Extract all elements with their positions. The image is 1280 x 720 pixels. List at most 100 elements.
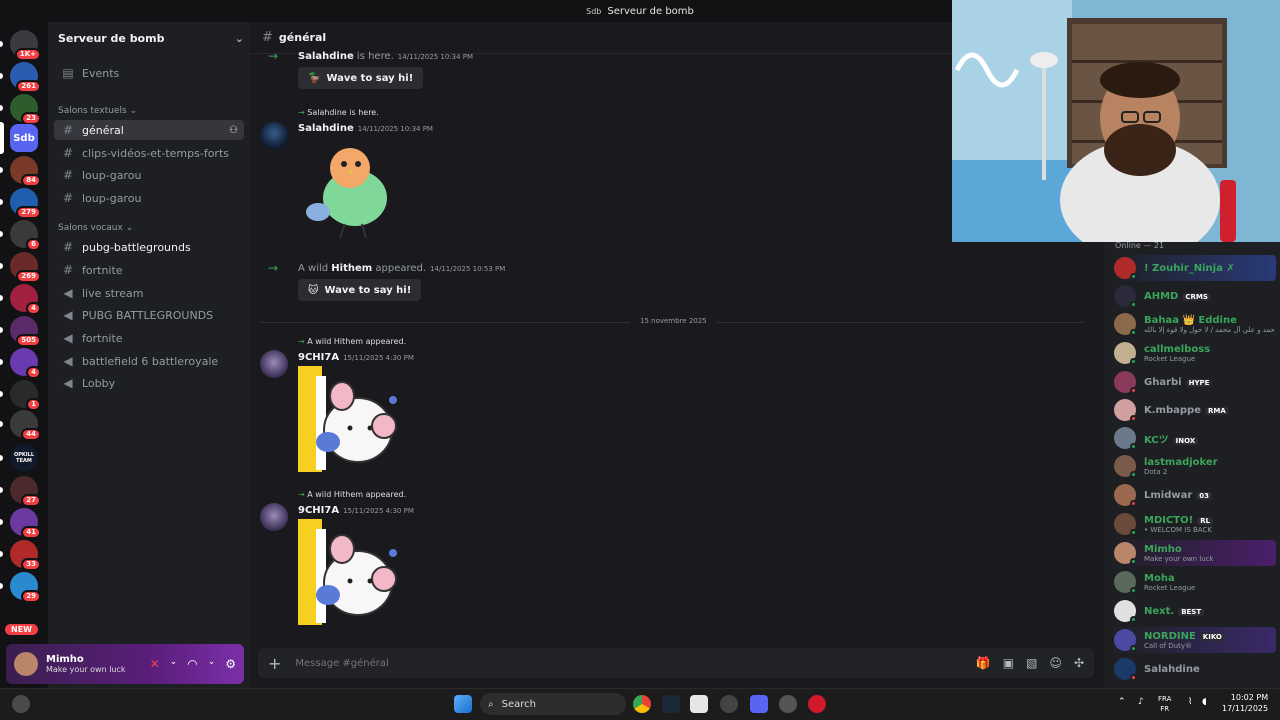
opera-icon[interactable] bbox=[808, 695, 826, 713]
widgets-icon[interactable] bbox=[12, 695, 30, 713]
gear-icon[interactable]: ⚙ bbox=[225, 657, 236, 671]
server-icon[interactable]: 23 bbox=[10, 94, 41, 125]
discord-icon[interactable] bbox=[750, 695, 768, 713]
avatar[interactable] bbox=[14, 652, 38, 676]
hash-icon: # bbox=[62, 168, 74, 182]
status-dot bbox=[1130, 273, 1137, 280]
events-item[interactable]: ▤ Events bbox=[54, 63, 244, 83]
add-attachment-icon[interactable]: + bbox=[268, 654, 281, 673]
wave-button[interactable]: 🐱 Wave to say hi! bbox=[298, 279, 422, 301]
add-member-icon[interactable]: ⚇ bbox=[229, 125, 238, 136]
server-icon[interactable]: 4 bbox=[10, 284, 41, 315]
guild-tag: CRMS bbox=[1182, 292, 1211, 301]
channel-item[interactable]: ◀ fortnite bbox=[54, 328, 244, 348]
server-icon[interactable]: 1 bbox=[10, 380, 41, 411]
server-icon[interactable]: 44 bbox=[10, 410, 41, 441]
server-icon[interactable]: 29 bbox=[10, 572, 41, 603]
member-item[interactable]: Lmidwar 03 bbox=[1110, 482, 1276, 508]
unread-badge: 27 bbox=[21, 494, 41, 507]
chatgpt-icon[interactable] bbox=[720, 695, 738, 713]
avatar[interactable] bbox=[260, 122, 288, 150]
channel-item[interactable]: ◀ live stream bbox=[54, 283, 244, 303]
member-item[interactable]: Gharbi HYPE bbox=[1110, 369, 1276, 395]
apps-icon[interactable]: ✣ bbox=[1074, 656, 1084, 670]
member-item[interactable]: AHMD CRMS bbox=[1110, 283, 1276, 309]
message-input[interactable] bbox=[295, 657, 976, 669]
clock[interactable]: 10:02 PM 17/11/2025 bbox=[1222, 692, 1268, 714]
member-item[interactable]: Salahdine bbox=[1110, 656, 1276, 682]
channel-item[interactable]: # pubg-battlegrounds bbox=[54, 237, 244, 257]
member-item[interactable]: Bahaa 👑 Eddineمحمد و علي آل محمد / لا حو… bbox=[1110, 311, 1276, 337]
channel-item[interactable]: # clips-vidéos-et-temps-forts bbox=[54, 143, 244, 163]
server-icon[interactable]: 1K+ bbox=[10, 30, 41, 61]
member-item[interactable]: K.mbappe RMA bbox=[1110, 397, 1276, 423]
member-name: K.mbappe bbox=[1144, 404, 1201, 416]
channel-item[interactable]: # fortnite bbox=[54, 260, 244, 280]
channel-item[interactable]: ◀ Lobby bbox=[54, 373, 244, 393]
member-item[interactable]: MDICTO! RL • WELCOM IS BACK bbox=[1110, 511, 1276, 537]
server-header[interactable]: Serveur de bomb ⌄ bbox=[58, 28, 244, 48]
gif-icon[interactable]: ▣ bbox=[1003, 656, 1014, 670]
member-item[interactable]: NORDINE KIKO Call of Duty® bbox=[1110, 627, 1276, 653]
app-icon[interactable] bbox=[779, 695, 797, 713]
member-item[interactable]: ! Zouhir_Ninja ✗ bbox=[1110, 255, 1276, 281]
sticker-icon[interactable]: ▧ bbox=[1026, 656, 1037, 670]
app-icon[interactable] bbox=[690, 695, 708, 713]
reply-preview[interactable]: → A wild Hithem appeared. bbox=[298, 337, 406, 346]
status-dot bbox=[1130, 500, 1137, 507]
taskbar-search[interactable]: ⌕ Search bbox=[480, 693, 626, 715]
emoji-icon[interactable]: ☺ bbox=[1049, 656, 1062, 670]
wave-button[interactable]: 🦆 Wave to say hi! bbox=[298, 67, 424, 89]
server-icon[interactable]: OPKILL TEAM bbox=[10, 444, 38, 472]
chevron-down-icon[interactable]: ⌄ bbox=[208, 657, 216, 671]
member-item[interactable]: Moha Rocket League bbox=[1110, 569, 1276, 595]
language-indicator[interactable]: FRA FR bbox=[1158, 694, 1171, 714]
category-text-channels[interactable]: Salons textuels ⌄ bbox=[58, 106, 137, 116]
chrome-icon[interactable] bbox=[633, 695, 651, 713]
server-icon[interactable]: 4 bbox=[10, 348, 41, 379]
server-icon[interactable]: 41 bbox=[10, 508, 41, 539]
unread-badge: 1 bbox=[26, 398, 41, 411]
mute-mic-icon[interactable]: ✕ bbox=[150, 657, 160, 671]
channel-item[interactable]: ◀ PUBG BATTLEGROUNDS bbox=[54, 305, 244, 325]
avatar[interactable] bbox=[260, 503, 288, 531]
server-icon[interactable]: 279 bbox=[10, 188, 41, 219]
microphone-icon[interactable]: ♪ bbox=[1138, 697, 1144, 707]
server-icon[interactable]: Sdb bbox=[10, 124, 38, 152]
volume-icon[interactable]: ◖ bbox=[1202, 697, 1207, 707]
server-icon[interactable]: 6 bbox=[10, 220, 41, 251]
reply-preview[interactable]: → Salahdine is here. bbox=[298, 108, 379, 117]
server-icon[interactable]: 27 bbox=[10, 476, 41, 507]
member-item[interactable]: Mimho Make your own luck bbox=[1110, 540, 1276, 566]
wifi-icon[interactable]: ⌇ bbox=[1188, 697, 1192, 707]
server-icon[interactable]: 33 bbox=[10, 540, 41, 571]
server-icon[interactable]: 84 bbox=[10, 156, 41, 187]
start-icon[interactable] bbox=[454, 695, 472, 713]
new-badge: NEW bbox=[5, 624, 38, 635]
member-item[interactable]: Next. BEST bbox=[1110, 598, 1276, 624]
channel-item[interactable]: # général ⚇ bbox=[54, 120, 244, 140]
unread-badge: 6 bbox=[26, 238, 41, 251]
headphones-icon[interactable]: ◠ bbox=[187, 657, 197, 671]
join-arrow-icon: → bbox=[268, 49, 279, 63]
reply-preview[interactable]: → A wild Hithem appeared. bbox=[298, 490, 406, 499]
avatar bbox=[1114, 313, 1137, 336]
chevron-down-icon[interactable]: ⌄ bbox=[170, 657, 178, 671]
channel-item[interactable]: # loup-garou bbox=[54, 188, 244, 208]
member-item[interactable]: callmelboss Rocket League bbox=[1110, 340, 1276, 366]
server-icon[interactable]: 269 bbox=[10, 252, 41, 283]
hash-icon: # bbox=[62, 263, 74, 277]
server-icon[interactable]: 261 bbox=[10, 62, 41, 93]
avatar[interactable] bbox=[260, 350, 288, 378]
channel-item[interactable]: # loup-garou bbox=[54, 165, 244, 185]
server-icon[interactable]: 505 bbox=[10, 316, 41, 347]
unread-badge: 279 bbox=[16, 206, 41, 219]
category-voice-channels[interactable]: Salons vocaux ⌄ bbox=[58, 223, 133, 233]
member-item[interactable]: KCツ INOX bbox=[1110, 425, 1276, 451]
steam-icon[interactable] bbox=[662, 695, 680, 713]
gift-icon[interactable]: 🎁 bbox=[976, 656, 991, 670]
avatar bbox=[1114, 342, 1137, 365]
member-item[interactable]: lastmadjoker Dota 2 bbox=[1110, 453, 1276, 479]
chevron-up-icon[interactable]: ⌃ bbox=[1118, 697, 1126, 707]
channel-item[interactable]: ◀ battlefield 6 battleroyale bbox=[54, 351, 244, 371]
